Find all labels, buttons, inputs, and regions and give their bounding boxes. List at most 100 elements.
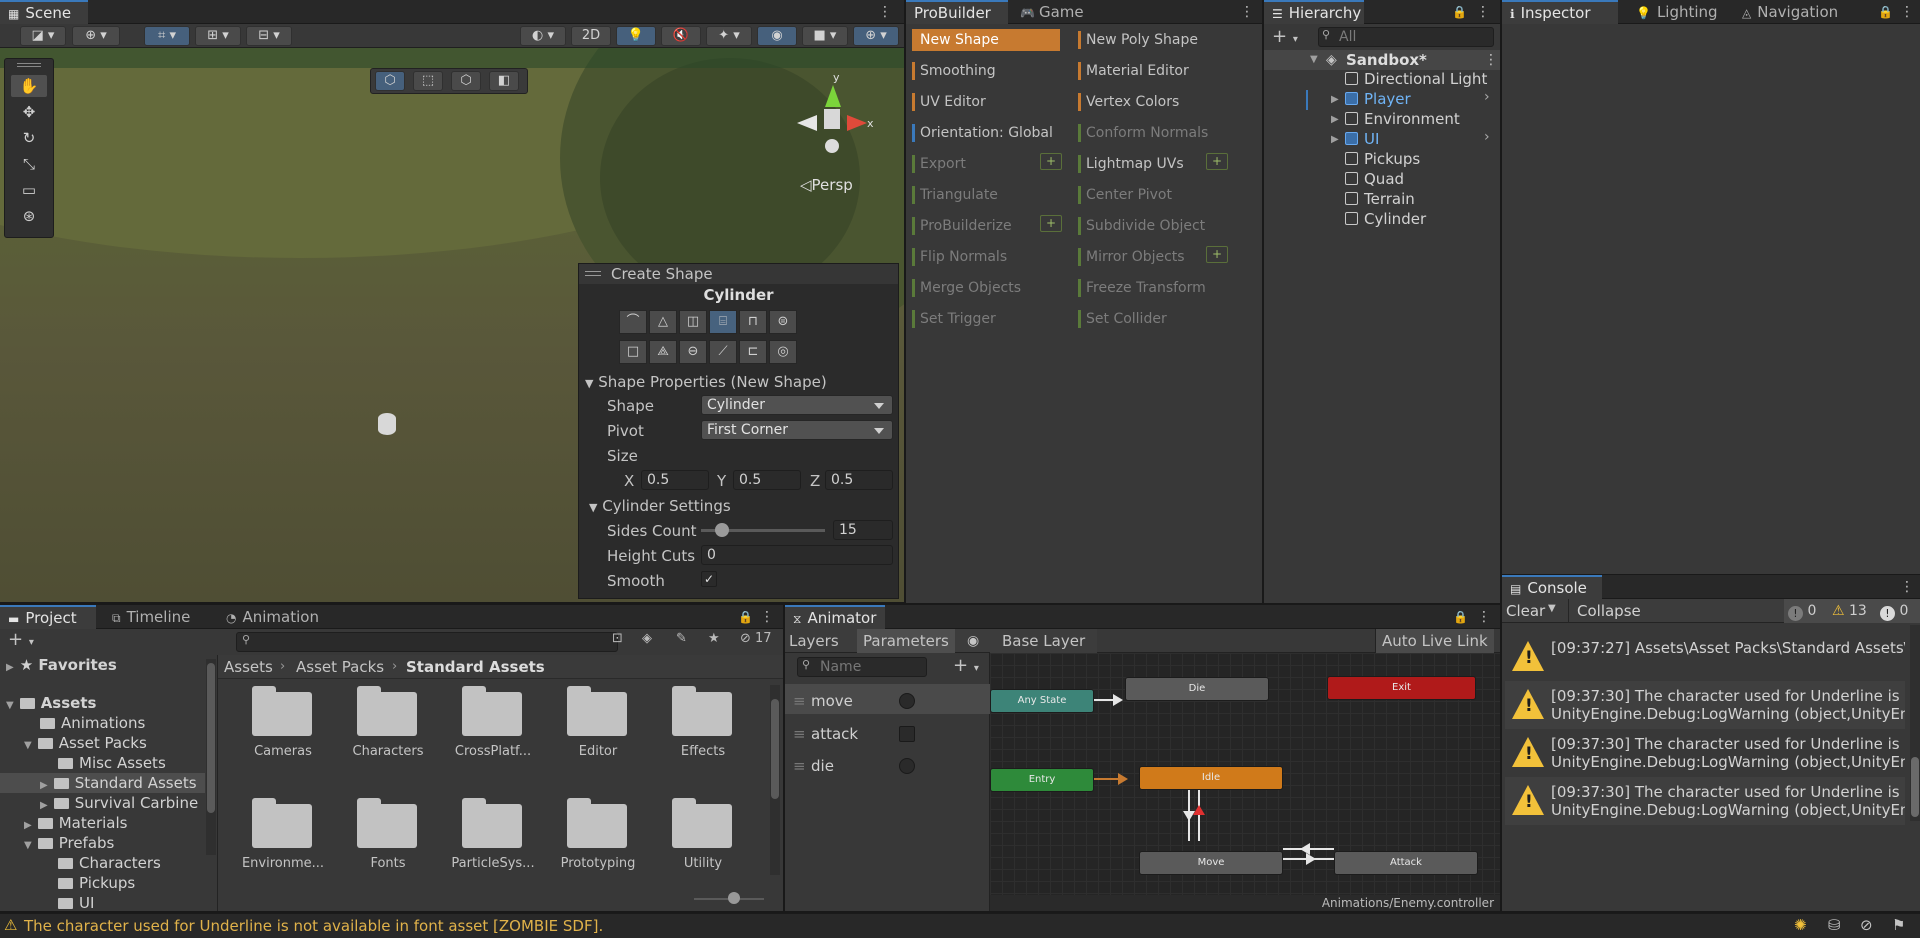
- add-parameter-button[interactable]: + ▾: [953, 655, 979, 676]
- hierarchy-item-player[interactable]: Player: [1345, 89, 1411, 109]
- parameters-tab[interactable]: Parameters: [857, 629, 955, 653]
- hierarchy-item[interactable]: Environment: [1345, 109, 1460, 129]
- grid-dropdown[interactable]: ⊟ ▾: [246, 26, 292, 46]
- probuilder-button-subdivide-object[interactable]: Subdivide Object: [1078, 215, 1205, 237]
- param-die[interactable]: ≡ die: [785, 751, 990, 781]
- tab-scene[interactable]: ▦ Scene: [0, 0, 88, 24]
- shape-pipe-icon[interactable]: ⊜: [769, 310, 797, 334]
- probuilder-button-set-trigger[interactable]: Set Trigger: [912, 308, 996, 330]
- favorite-star-icon[interactable]: ★: [708, 631, 720, 646]
- hierarchy-item[interactable]: Pickups: [1345, 149, 1420, 169]
- state-any-state[interactable]: Any State: [990, 689, 1094, 713]
- search-by-label-icon[interactable]: ◈: [642, 631, 652, 646]
- hierarchy-item[interactable]: Directional Light: [1345, 69, 1487, 89]
- probuilder-button-flip-normals[interactable]: Flip Normals: [912, 246, 1007, 268]
- tab-project[interactable]: ▬ Project: [0, 605, 96, 629]
- transform-tool-icon[interactable]: ⊛: [11, 205, 47, 227]
- animator-menu-icon[interactable]: ⋮: [1477, 607, 1491, 627]
- status-message[interactable]: The character used for Underline is not …: [24, 914, 603, 938]
- tree-animations[interactable]: Animations: [40, 713, 145, 733]
- shape-cylinder-icon[interactable]: ⌸: [709, 310, 737, 334]
- inspector-lock-icon[interactable]: 🔒: [1878, 3, 1893, 21]
- info-filter-button[interactable]: ! 0: [1788, 599, 1816, 623]
- tag-icon[interactable]: ✎: [676, 631, 687, 646]
- lighting-bake-icon[interactable]: ✺: [1794, 916, 1807, 934]
- folder-icon[interactable]: [567, 684, 629, 736]
- sides-count-field[interactable]: 15: [833, 520, 893, 540]
- trigger-toggle[interactable]: [899, 726, 915, 742]
- base-layer-breadcrumb[interactable]: Base Layer: [990, 629, 1098, 653]
- grid-snap-dropdown[interactable]: ⌗ ▾: [144, 26, 190, 46]
- probuilder-button-smoothing[interactable]: Smoothing: [912, 60, 996, 82]
- shape-sprite-icon[interactable]: ⟋: [709, 340, 737, 364]
- log-entry[interactable]: [09:37:30] The character used for Underl…: [1505, 729, 1905, 777]
- options-plus-button[interactable]: +: [1206, 153, 1228, 170]
- tree-materials[interactable]: ▶ Materials: [24, 813, 127, 833]
- folder-icon[interactable]: [357, 796, 419, 848]
- project-search-input[interactable]: [236, 632, 618, 652]
- drag-handle-icon[interactable]: ≡: [793, 686, 806, 716]
- project-add-button[interactable]: + ▾: [8, 629, 34, 650]
- folder-icon[interactable]: [672, 796, 734, 848]
- hand-tool-icon[interactable]: ✋: [11, 75, 47, 97]
- probuilder-button-center-pivot[interactable]: Center Pivot: [1078, 184, 1172, 206]
- probuilder-button-lightmap-uvs[interactable]: Lightmap UVs: [1078, 153, 1184, 175]
- log-entry[interactable]: [09:37:30] The character used for Underl…: [1505, 681, 1905, 729]
- tree-scroll-thumb[interactable]: [207, 663, 215, 813]
- shape-cone-icon[interactable]: △: [649, 310, 677, 334]
- probuilder-button-new-poly-shape[interactable]: New Poly Shape: [1078, 29, 1198, 51]
- auto-live-link-button[interactable]: Auto Live Link: [1375, 629, 1494, 653]
- console-scroll-thumb[interactable]: [1911, 757, 1919, 817]
- probuilder-button-merge-objects[interactable]: Merge Objects: [912, 277, 1021, 299]
- shape-prism-icon[interactable]: ⟁: [649, 340, 677, 364]
- draw-mode-dropdown[interactable]: ◪ ▾: [20, 26, 66, 46]
- height-cuts-field[interactable]: 0: [701, 545, 893, 565]
- tab-animator[interactable]: ⧖ Animator: [785, 605, 885, 629]
- hierarchy-root-row[interactable]: ▼ ◈ Sandbox* ⋮: [1264, 50, 1500, 70]
- shading-dropdown[interactable]: ◐ ▾: [520, 26, 566, 46]
- console-menu-icon[interactable]: ⋮: [1900, 577, 1914, 597]
- error-filter-button[interactable]: ! 0: [1880, 599, 1908, 623]
- options-plus-button[interactable]: +: [1040, 153, 1062, 170]
- tree-characters[interactable]: Characters: [58, 853, 161, 873]
- state-idle[interactable]: Idle: [1139, 766, 1283, 790]
- log-entry[interactable]: [09:37:30] The character used for Underl…: [1505, 777, 1905, 825]
- tree-misc-assets[interactable]: Misc Assets: [58, 753, 166, 773]
- folder-icon[interactable]: [567, 796, 629, 848]
- root-menu-icon[interactable]: ⋮: [1484, 50, 1498, 70]
- folder-icon[interactable]: [357, 684, 419, 736]
- probuilder-button-new-shape[interactable]: New Shape: [912, 29, 1060, 51]
- lighting-toggle-icon[interactable]: 💡: [616, 26, 656, 46]
- face-select-icon[interactable]: ◧: [489, 71, 519, 91]
- state-attack[interactable]: Attack: [1334, 851, 1478, 875]
- tab-navigation[interactable]: ◬ Navigation: [1734, 0, 1854, 24]
- assets-scrollbar[interactable]: [770, 685, 780, 875]
- rect-tool-icon[interactable]: ▭: [11, 179, 47, 201]
- state-entry[interactable]: Entry: [990, 768, 1094, 792]
- rotate-tool-icon[interactable]: ↻: [11, 127, 47, 149]
- probuilder-button-uv-editor[interactable]: UV Editor: [912, 91, 986, 113]
- probuilder-button-probuilderize[interactable]: ProBuilderize: [912, 215, 1012, 237]
- shape-stairs-icon[interactable]: ⊏: [739, 340, 767, 364]
- probuilder-button-mirror-objects[interactable]: Mirror Objects: [1078, 246, 1185, 268]
- project-menu-icon[interactable]: ⋮: [760, 607, 774, 627]
- shape-arch-icon[interactable]: ⌒: [619, 310, 647, 334]
- vertex-select-icon[interactable]: ⬚: [413, 71, 443, 91]
- console-collapse-button[interactable]: Collapse: [1568, 599, 1641, 623]
- sides-slider-thumb[interactable]: [715, 523, 730, 537]
- pivot-dropdown[interactable]: First Corner: [701, 420, 893, 440]
- hierarchy-menu-icon[interactable]: ⋮: [1476, 2, 1490, 22]
- bool-toggle[interactable]: [899, 693, 915, 709]
- global-view-dropdown[interactable]: ⊕ ▾: [72, 26, 120, 46]
- object-select-icon[interactable]: ⬡: [375, 71, 405, 91]
- audio-toggle-icon[interactable]: 🔇: [661, 26, 701, 46]
- inspector-menu-icon[interactable]: ⋮: [1900, 2, 1914, 22]
- tree-favorites[interactable]: ▶ ★ Favorites: [6, 655, 117, 675]
- overlay-drag-icon[interactable]: [585, 271, 601, 276]
- hierarchy-item-ui[interactable]: UI: [1345, 129, 1379, 149]
- shape-sphere-icon[interactable]: ⊖: [679, 340, 707, 364]
- size-x-field[interactable]: 0.5: [641, 470, 709, 490]
- state-move[interactable]: Move: [1139, 851, 1283, 875]
- scene-gizmo[interactable]: y x: [795, 71, 874, 155]
- clear-options-dropdown[interactable]: ▼: [1548, 603, 1556, 614]
